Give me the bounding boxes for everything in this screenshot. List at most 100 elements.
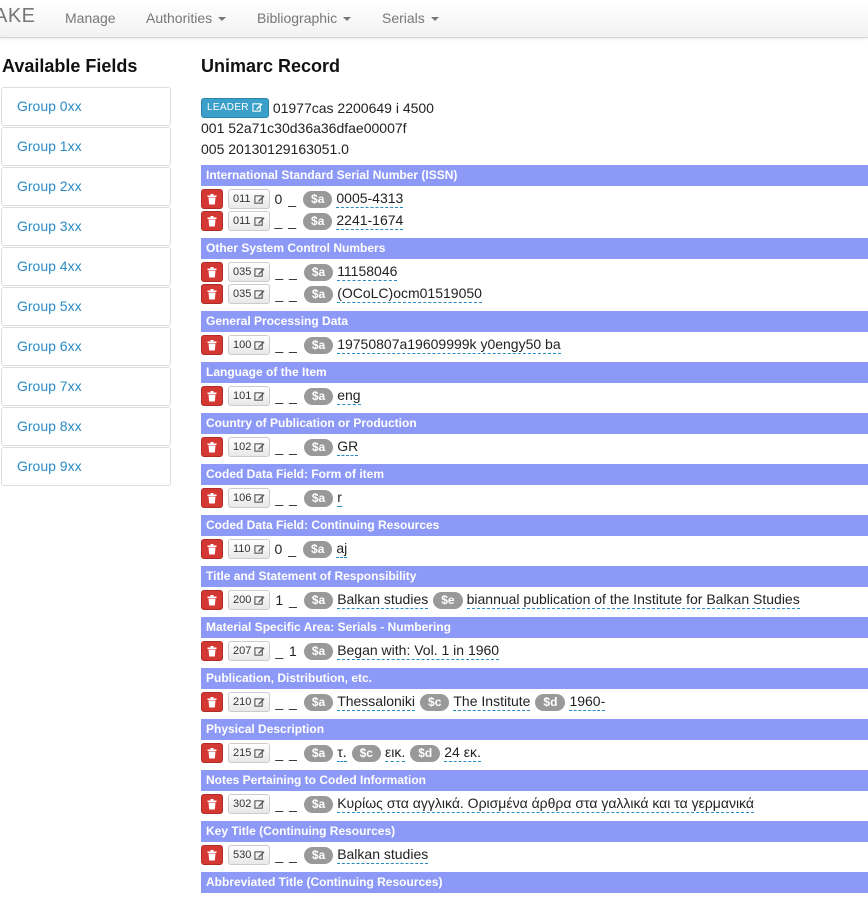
tag-edit-button[interactable]: 106 (228, 488, 271, 508)
field-group-link[interactable]: Group 7xx (1, 367, 171, 406)
delete-field-button[interactable] (201, 488, 223, 508)
subfield-value[interactable]: biannual publication of the Institute fo… (466, 591, 800, 609)
nav-authorities[interactable]: Authorities (146, 10, 227, 26)
subfield-code-badge[interactable]: $a (303, 212, 333, 230)
subfield-code-badge[interactable]: $a (303, 795, 334, 813)
datafield-block: Notes Pertaining to Coded Information 302… (201, 770, 868, 815)
indicators: _ _ (275, 439, 298, 455)
subfield-value[interactable]: εικ. (384, 744, 406, 762)
delete-field-button[interactable] (201, 211, 223, 231)
leader-edit-button[interactable]: LEADER (201, 97, 269, 118)
field-group-link[interactable]: Group 8xx (1, 407, 171, 446)
subfield-value[interactable]: Κυρίως στα αγγλικά. Ορισμένα άρθρα στα γ… (337, 795, 754, 813)
delete-field-button[interactable] (201, 845, 223, 865)
tag-edit-button[interactable]: 102 (228, 437, 271, 457)
indicators: _ _ (275, 490, 298, 506)
subfield-code-badge[interactable]: $a (303, 263, 334, 281)
subfield-code-badge[interactable]: $d (535, 693, 566, 711)
delete-field-button[interactable] (201, 590, 223, 610)
subfield-value[interactable]: GR (337, 438, 359, 456)
delete-field-button[interactable] (201, 335, 223, 355)
subfield-value[interactable]: eng (337, 387, 361, 405)
nav-manage[interactable]: Manage (65, 10, 116, 26)
delete-field-button[interactable] (201, 284, 223, 304)
record-title: Unimarc Record (201, 56, 341, 76)
field-group-link[interactable]: Group 0xx (1, 87, 171, 126)
subfield-code-badge[interactable]: $a (303, 591, 334, 609)
datafield-row: 110 0 _ $a aj (201, 538, 868, 560)
subfield-value[interactable]: aj (336, 540, 348, 558)
tag-edit-button[interactable]: 215 (228, 743, 271, 763)
datafield-block: Title and Statement of Responsibility 200… (201, 566, 868, 611)
nav-bibliographic[interactable]: Bibliographic (257, 10, 352, 26)
subfield-code-badge[interactable]: $a (303, 438, 334, 456)
leader-value: 01977cas 2200649 i 4500 (272, 99, 434, 116)
subfield-code-badge[interactable]: $a (303, 387, 334, 405)
subfield-value[interactable]: 19750807a19609999k y0engy50 ba (337, 336, 561, 354)
trash-icon (207, 492, 217, 503)
delete-field-button[interactable] (201, 189, 223, 209)
control-field-001: 001 52a71c30d36a36dfae00007f (201, 120, 407, 136)
delete-field-button[interactable] (201, 641, 223, 661)
field-group-link[interactable]: Group 3xx (1, 207, 171, 246)
delete-field-button[interactable] (201, 262, 223, 282)
field-group-link[interactable]: Group 1xx (1, 127, 171, 166)
subfield-code-badge[interactable]: $e (433, 591, 463, 609)
subfield-code-badge[interactable]: $a (303, 540, 333, 558)
subfield-value[interactable]: r (337, 489, 342, 507)
field-group-link[interactable]: Group 9xx (1, 447, 171, 486)
tag-edit-button[interactable]: 100 (228, 335, 271, 355)
edit-icon (253, 216, 265, 226)
subfield-value[interactable]: 0005-4313 (336, 190, 404, 208)
subfield-value[interactable]: 2241-1674 (336, 212, 404, 230)
tag-label: 102 (233, 441, 252, 453)
tag-edit-button[interactable]: 011 (228, 189, 270, 209)
subfield-value[interactable]: Balkan studies (337, 591, 429, 609)
tag-edit-button[interactable]: 207 (228, 641, 271, 661)
subfield-value[interactable]: 24 εκ. (444, 744, 481, 762)
subfield-value[interactable]: Began with: Vol. 1 in 1960 (337, 642, 500, 660)
delete-field-button[interactable] (201, 794, 223, 814)
tag-edit-button[interactable]: 210 (228, 692, 271, 712)
subfield-code-badge[interactable]: $a (303, 336, 334, 354)
subfield-code-badge[interactable]: $c (351, 744, 381, 762)
subfield-code-badge[interactable]: $a (303, 190, 333, 208)
tag-edit-button[interactable]: 110 (228, 539, 270, 559)
brand-logo[interactable]: AKE (0, 5, 36, 28)
subfield-value[interactable]: (OCoLC)ocm01519050 (337, 285, 482, 303)
subfield-code-badge[interactable]: $a (303, 489, 334, 507)
tag-edit-button[interactable]: 101 (228, 386, 271, 406)
subfield-code-badge[interactable]: $a (303, 693, 334, 711)
field-group-link[interactable]: Group 6xx (1, 327, 171, 366)
caret-down-icon (343, 17, 352, 22)
subfield-value[interactable]: 1960- (569, 693, 606, 711)
field-group-link[interactable]: Group 4xx (1, 247, 171, 286)
field-group-link[interactable]: Group 5xx (1, 287, 171, 326)
tag-edit-button[interactable]: 035 (228, 262, 271, 282)
delete-field-button[interactable] (201, 743, 223, 763)
delete-field-button[interactable] (201, 437, 223, 457)
subfield-value[interactable]: 11158046 (337, 263, 398, 281)
tag-edit-button[interactable]: 035 (228, 284, 271, 304)
delete-field-button[interactable] (201, 692, 223, 712)
field-group-link[interactable]: Group 2xx (1, 167, 171, 206)
subfield-value[interactable]: Balkan studies (337, 846, 429, 864)
datafield-row: 210 _ _ $a Thessaloniki $c The Institute $d 196… (201, 691, 868, 713)
tag-edit-button[interactable]: 530 (228, 845, 271, 865)
subfield-value[interactable]: Thessaloniki (337, 693, 416, 711)
tag-edit-button[interactable]: 302 (228, 794, 271, 814)
subfield-code-badge[interactable]: $a (303, 285, 334, 303)
tag-edit-button[interactable]: 011 (228, 211, 270, 231)
subfield-code-badge[interactable]: $a (303, 744, 334, 762)
subfield-code-badge[interactable]: $a (303, 642, 334, 660)
subfield-code-badge[interactable]: $d (410, 744, 441, 762)
subfield-value[interactable]: τ. (337, 744, 347, 762)
subfield-value[interactable]: The Institute (453, 693, 531, 711)
delete-field-button[interactable] (201, 386, 223, 406)
delete-field-button[interactable] (201, 539, 223, 559)
subfield-code-badge[interactable]: $a (303, 846, 334, 864)
tag-edit-button[interactable]: 200 (228, 590, 271, 610)
datafield-row: 102 _ _ $a GR (201, 436, 868, 458)
nav-serials[interactable]: Serials (382, 10, 439, 26)
subfield-code-badge[interactable]: $c (420, 693, 450, 711)
